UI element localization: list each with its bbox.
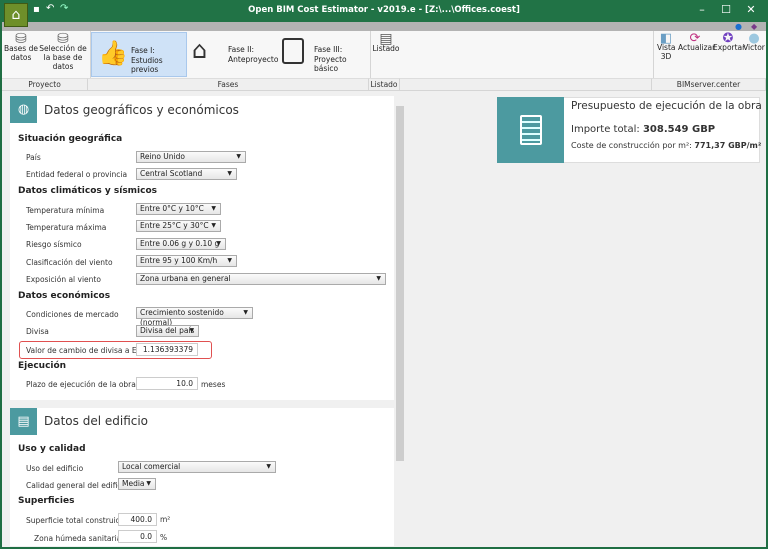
plazo-input[interactable]: 10.0 [136, 377, 198, 390]
section-economicos: Datos económicos [18, 291, 111, 301]
section-uso: Uso y calidad [18, 444, 86, 454]
sup-input[interactable]: 400.0 [118, 513, 157, 526]
thumbs-up-icon: 👍 [98, 39, 128, 67]
tmin-label: Temperatura mínima [26, 206, 105, 215]
quick-bar: ● ◆ [2, 22, 766, 31]
chevron-down-icon: ▼ [243, 309, 248, 316]
document-icon: ▤ [379, 31, 393, 47]
importe-value: 308.549 GBP [642, 124, 716, 135]
user-button[interactable]: ● Victor [743, 31, 765, 52]
chevron-down-icon: ▼ [236, 153, 241, 160]
refresh-icon: ⟳ [689, 31, 701, 46]
group-listado: Listado [369, 78, 400, 90]
minimize-button[interactable]: – [692, 3, 712, 16]
group-fases: Fases [88, 78, 369, 90]
section-situacion: Situación geográfica [18, 134, 123, 144]
coste-row: Coste de construcción por m²: 771,37 GBP… [571, 141, 762, 150]
geo-panel-title: Datos geográficos y económicos [44, 103, 239, 117]
chevron-down-icon: ▼ [216, 240, 221, 247]
cambio-input[interactable]: 1.136393379 [136, 343, 198, 356]
listado-button[interactable]: ▤ Listado [371, 31, 401, 53]
databases-icon: ⛁ [57, 31, 69, 47]
pais-label: País [26, 153, 41, 162]
section-superficies: Superficies [18, 496, 75, 506]
entidad-select[interactable]: Central Scotland ▼ [136, 168, 237, 180]
globe-location-icon: ◍ [10, 96, 37, 123]
avatar-icon: ● [748, 31, 760, 46]
scrollbar-thumb[interactable] [396, 106, 404, 461]
fase-3-button[interactable]: Fase III: Proyecto básico [280, 32, 370, 77]
divisa-label: Divisa [26, 327, 49, 336]
calidad-select[interactable]: Media ▼ [118, 478, 156, 490]
zona-unit: % [160, 533, 168, 542]
title-bar: ⌂ ▪ ↶ ↷ Open BIM Cost Estimator - v2019.… [0, 0, 768, 27]
notebook-icon [282, 38, 304, 64]
section-climaticos: Datos climáticos y sísmicos [18, 186, 158, 196]
zona-label: Zona húmeda sanitaria [34, 534, 122, 543]
bases-datos-button[interactable]: ⛁ Bases de datos [4, 31, 38, 62]
sup-label: Superficie total construida [26, 516, 126, 525]
zona-input[interactable]: 0.0 [118, 530, 157, 543]
section-ejecucion: Ejecución [18, 361, 67, 371]
coste-value: 771,37 GBP/m² [694, 141, 762, 150]
calidad-label: Calidad general del edificio [26, 481, 129, 490]
expo-label: Exposición al viento [26, 275, 101, 284]
sup-unit: m² [160, 515, 171, 524]
chevron-down-icon: ▼ [211, 205, 216, 212]
mercado-select[interactable]: Crecimiento sostenido (normal) ▼ [136, 307, 253, 327]
chevron-down-icon: ▼ [376, 275, 381, 282]
importe-row: Importe total: 308.549 GBP [571, 124, 716, 135]
plazo-unit: meses [201, 380, 226, 389]
calculator-icon [497, 97, 564, 163]
presupuesto-title: Presupuesto de ejecución de la obra [571, 100, 762, 112]
riesgo-select[interactable]: Entre 0.06 g y 0.10 g ▼ [136, 238, 226, 250]
pais-select[interactable]: Reino Unido ▼ [136, 151, 246, 163]
fase-1-button[interactable]: 👍 Fase I: Estudios previos [91, 32, 187, 77]
mercado-label: Condiciones de mercado [26, 310, 119, 319]
group-spacer [400, 78, 652, 90]
vista-3d-button[interactable]: ◧ Vista 3D [654, 31, 678, 61]
viento-select[interactable]: Entre 95 y 100 Km/h ▼ [136, 255, 237, 267]
tmax-select[interactable]: Entre 25°C y 30°C ▼ [136, 220, 221, 232]
divisa-select[interactable]: Divisa del país ▼ [136, 325, 199, 337]
help-book-icon[interactable]: ◆ [751, 22, 757, 31]
maximize-button[interactable]: ☐ [716, 3, 736, 16]
chevron-down-icon: ▼ [211, 222, 216, 229]
chevron-down-icon: ▼ [227, 170, 232, 177]
chevron-down-icon: ▼ [146, 480, 151, 487]
tmin-select[interactable]: Entre 0°C y 10°C ▼ [136, 203, 221, 215]
window-title: Open BIM Cost Estimator - v2019.e - [Z:\… [248, 5, 520, 15]
clipboard-icon: ▤ [10, 408, 37, 435]
seleccion-base-button[interactable]: ⛁ Selección de la base de datos [38, 31, 88, 71]
house-plan-icon: ⌂ [192, 36, 208, 64]
viento-label: Clasificación del viento [26, 258, 113, 267]
uso-select[interactable]: Local comercial ▼ [118, 461, 276, 473]
tmax-label: Temperatura máxima [26, 223, 107, 232]
riesgo-label: Riesgo sísmico [26, 240, 82, 249]
cambio-label: Valor de cambio de divisa a Euro [26, 346, 149, 355]
entidad-label: Entidad federal o provincia [26, 170, 128, 179]
cube-icon: ◧ [659, 31, 673, 46]
group-proyecto: Proyecto [2, 78, 88, 90]
edificio-panel [10, 408, 394, 546]
export-icon: ✪ [722, 31, 734, 46]
globe-icon[interactable]: ● [735, 22, 742, 31]
close-button[interactable]: ✕ [741, 3, 761, 16]
chevron-down-icon: ▼ [266, 463, 271, 470]
group-bimserver: BIMserver.center [652, 78, 766, 90]
fase-2-button[interactable]: ⌂ Fase II: Anteproyecto [190, 32, 278, 77]
expo-select[interactable]: Zona urbana en general ▼ [136, 273, 386, 285]
chevron-down-icon: ▼ [189, 327, 194, 334]
edificio-panel-title: Datos del edificio [44, 414, 149, 428]
chevron-down-icon: ▼ [227, 257, 232, 264]
uso-label: Uso del edificio [26, 464, 84, 473]
actualizar-button[interactable]: ⟳ Actualizar [678, 31, 715, 52]
app-logo[interactable]: ⌂ [4, 3, 28, 27]
database-icon: ⛁ [15, 31, 27, 47]
exportar-button[interactable]: ✪ Exportar [713, 31, 745, 52]
plazo-label: Plazo de ejecución de la obra [26, 380, 136, 389]
